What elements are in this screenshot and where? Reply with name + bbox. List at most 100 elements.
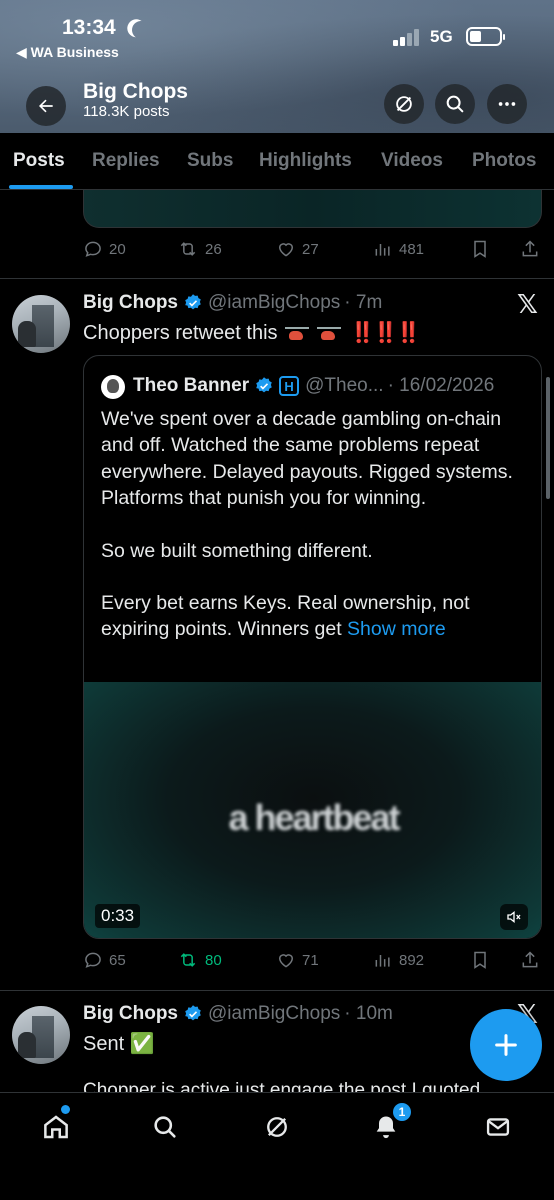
author-handle[interactable]: @iamBigChops <box>208 1003 340 1025</box>
quoted-text: We've spent over a decade gambling on-ch… <box>101 406 531 643</box>
status-time: 13:34 <box>62 16 116 39</box>
avatar[interactable] <box>12 295 70 353</box>
author-name[interactable]: Big Chops <box>83 292 178 314</box>
tab-subs[interactable]: Subs <box>187 150 233 172</box>
search-icon <box>154 1116 176 1138</box>
grok-icon <box>267 1117 287 1137</box>
profile-name: Big Chops <box>83 80 188 103</box>
tab-replies[interactable]: Replies <box>92 150 160 172</box>
reply-button[interactable]: 65 <box>83 950 126 970</box>
nav-search[interactable] <box>149 1111 181 1143</box>
exclamation-emoji: ‼️‼️‼️ <box>350 322 421 344</box>
network-label: 5G <box>430 27 453 46</box>
views-icon <box>375 244 390 256</box>
grok-icon <box>396 96 412 112</box>
bookmark-button[interactable] <box>470 950 496 970</box>
avatar[interactable] <box>12 1006 70 1064</box>
like-button[interactable]: 71 <box>276 950 319 970</box>
active-tab-indicator <box>9 185 73 189</box>
quoted-post-card[interactable]: Theo Banner H @Theo... · 16/02/2026 We'v… <box>83 355 542 939</box>
notifications-badge: 1 <box>393 1103 411 1121</box>
x-logo-icon: 𝕏 <box>517 289 538 319</box>
nav-messages[interactable] <box>482 1111 514 1143</box>
more-icon <box>498 102 516 106</box>
home-unread-dot <box>61 1105 70 1114</box>
post-time: · 7m <box>344 292 383 313</box>
post-divider <box>0 990 554 991</box>
previous-post-media[interactable] <box>83 190 542 228</box>
repost-count: 26 <box>205 240 222 258</box>
post-text: Choppers retweet this ‼️‼️‼️ <box>83 320 421 345</box>
share-icon <box>522 240 538 257</box>
nav-home[interactable] <box>40 1111 72 1143</box>
reply-icon <box>85 952 101 968</box>
verified-badge-icon <box>185 294 201 310</box>
tab-posts[interactable]: Posts <box>13 150 65 172</box>
quoted-author-name: Theo Banner <box>133 375 250 396</box>
post-actions: 65 80 71 892 <box>83 950 542 974</box>
post-text: Sent ✅ <box>83 1033 155 1055</box>
compose-button[interactable] <box>470 1009 542 1081</box>
repost-count: 80 <box>205 951 222 969</box>
tab-highlights[interactable]: Highlights <box>259 150 352 172</box>
video-duration: 0:33 <box>95 904 141 928</box>
repost-button[interactable]: 26 <box>177 239 222 259</box>
author-handle[interactable]: @iamBigChops <box>208 292 340 314</box>
affiliate-badge: H <box>279 376 300 396</box>
nav-grok[interactable] <box>261 1111 293 1143</box>
author-name[interactable]: Big Chops <box>83 1003 178 1025</box>
quoted-avatar <box>101 375 125 399</box>
quoted-handle: @Theo... <box>305 375 384 396</box>
quoted-date: · 16/02/2026 <box>387 375 495 396</box>
mail-icon <box>486 1118 510 1136</box>
show-more-link[interactable]: Show more <box>347 618 446 640</box>
moon-icon <box>129 18 152 41</box>
bookmark-button[interactable] <box>470 239 496 259</box>
speaker-muted-icon <box>507 910 521 924</box>
repost-button[interactable]: 80 <box>177 950 222 970</box>
reply-count: 20 <box>109 240 126 258</box>
tab-photos[interactable]: Photos <box>472 150 536 172</box>
back-button[interactable] <box>26 86 66 126</box>
bookmark-icon <box>474 951 486 969</box>
helicopter-emoji-icon <box>316 326 341 342</box>
video-player[interactable]: a heartbeat 0:33 <box>84 682 541 938</box>
view-count: 892 <box>399 951 425 969</box>
bookmark-icon <box>474 240 486 258</box>
mute-button[interactable] <box>500 904 528 930</box>
signal-icon <box>393 28 423 46</box>
bottom-navigation: 1 <box>0 1092 554 1200</box>
views-button[interactable]: 892 <box>373 950 424 970</box>
share-button[interactable] <box>520 239 546 259</box>
search-icon <box>446 95 464 113</box>
arrow-left-icon <box>39 99 53 113</box>
grok-button[interactable] <box>384 84 424 124</box>
quoted-author-line: Theo Banner H @Theo... · 16/02/2026 <box>133 375 494 397</box>
share-icon <box>522 951 538 968</box>
plus-icon <box>495 1034 517 1056</box>
views-button[interactable]: 481 <box>373 239 424 259</box>
post-divider <box>0 278 554 279</box>
search-button[interactable] <box>435 84 475 124</box>
helicopter-emoji-icon <box>285 326 310 342</box>
like-count: 27 <box>302 240 319 258</box>
quoted-paragraph: We've spent over a decade gambling on-ch… <box>101 408 513 510</box>
reply-icon <box>85 241 101 257</box>
battery-icon <box>466 27 505 46</box>
verified-badge-icon <box>256 377 272 393</box>
share-button[interactable] <box>520 950 546 970</box>
post-count: 118.3K posts <box>83 103 170 120</box>
profile-tabs: Posts Replies Subs Highlights Videos Pho… <box>0 133 554 190</box>
views-icon <box>375 955 390 967</box>
back-to-app-link[interactable]: ◀ WA Business <box>16 44 119 61</box>
more-options-button[interactable] <box>487 84 527 124</box>
previous-post-actions: 20 26 27 481 <box>83 239 542 263</box>
profile-header: 13:34 ◀ WA Business 5G Big Chops 118.3K … <box>0 0 554 133</box>
like-count: 71 <box>302 951 319 969</box>
repost-icon <box>180 242 196 256</box>
reply-button[interactable]: 20 <box>83 239 126 259</box>
post-author-line: Big Chops @iamBigChops · 10m <box>83 1003 393 1025</box>
tab-videos[interactable]: Videos <box>381 150 443 172</box>
reply-count: 65 <box>109 951 126 969</box>
like-button[interactable]: 27 <box>276 239 319 259</box>
